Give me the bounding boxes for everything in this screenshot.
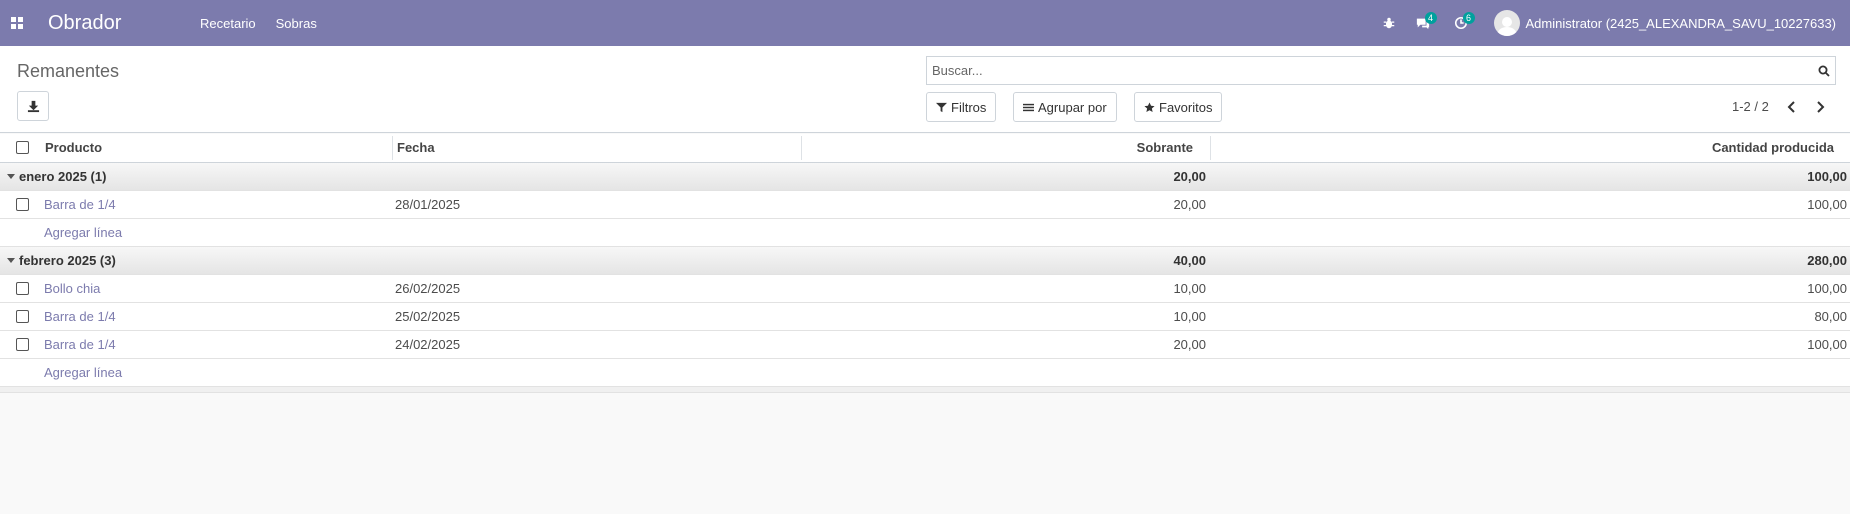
- row-date: 24/02/2025: [395, 337, 461, 352]
- filter-funnel-icon: [936, 102, 947, 112]
- row-remaining: 20,00: [1173, 197, 1206, 212]
- row-remaining: 20,00: [1173, 337, 1206, 352]
- group-row-january[interactable]: enero 2025 (1) 20,00 100,00: [0, 163, 1850, 191]
- select-all-checkbox[interactable]: [16, 141, 29, 154]
- caret-down-icon: [7, 258, 15, 263]
- row-produced: 80,00: [1814, 309, 1847, 324]
- pager-next-icon[interactable]: [1806, 92, 1834, 122]
- group-label: enero 2025 (1): [19, 169, 107, 184]
- group-by-label: Agrupar por: [1038, 99, 1107, 115]
- group-by-button[interactable]: Agrupar por: [1013, 92, 1117, 122]
- search-bar: [926, 56, 1836, 85]
- column-header-date[interactable]: Fecha: [397, 134, 435, 161]
- messages-count-badge: 4: [1424, 12, 1437, 24]
- group-row-february[interactable]: febrero 2025 (3) 40,00 280,00: [0, 247, 1850, 275]
- control-panel: Remanentes Filtros Agrupar por Favoritos…: [0, 46, 1850, 133]
- activities-count-badge: 6: [1462, 12, 1475, 24]
- filters-button[interactable]: Filtros: [926, 92, 997, 122]
- row-produced: 100,00: [1807, 337, 1847, 352]
- list-bars-icon: [1023, 103, 1034, 111]
- menu-item-sobras[interactable]: Sobras: [276, 16, 317, 31]
- add-line-row: Agregar línea: [0, 219, 1850, 247]
- search-input[interactable]: [927, 57, 1813, 84]
- user-name: Administrator (2425_ALEXANDRA_SAVU_10227…: [1525, 15, 1836, 31]
- messages-chat-icon[interactable]: 4: [1408, 0, 1438, 46]
- table-header: Producto Fecha Sobrante Cantidad produci…: [0, 134, 1850, 163]
- column-header-product[interactable]: Producto: [45, 134, 102, 161]
- column-header-remaining[interactable]: Sobrante: [1137, 134, 1193, 161]
- filters-label: Filtros: [951, 99, 987, 115]
- row-date: 26/02/2025: [395, 281, 461, 296]
- page-title: Remanentes: [17, 61, 120, 81]
- group-remaining-total: 20,00: [1173, 169, 1206, 184]
- add-line-row: Agregar línea: [0, 359, 1850, 387]
- search-icon[interactable]: [1813, 65, 1835, 77]
- row-checkbox[interactable]: [16, 310, 29, 323]
- row-product[interactable]: Barra de 1/4: [44, 303, 116, 330]
- menu-item-recetario[interactable]: Recetario: [200, 16, 256, 31]
- table-row[interactable]: Barra de 1/4 25/02/2025 10,00 80,00: [0, 303, 1850, 331]
- table-row[interactable]: Barra de 1/4 24/02/2025 20,00 100,00: [0, 331, 1850, 359]
- star-icon: [1144, 101, 1155, 112]
- row-checkbox[interactable]: [16, 198, 29, 211]
- list-view: Producto Fecha Sobrante Cantidad produci…: [0, 134, 1850, 393]
- debug-bug-icon[interactable]: [1374, 0, 1404, 46]
- activities-clock-icon[interactable]: 6: [1446, 0, 1476, 46]
- favorites-label: Favoritos: [1159, 99, 1213, 115]
- row-checkbox[interactable]: [16, 282, 29, 295]
- add-line-link[interactable]: Agregar línea: [44, 219, 122, 246]
- add-line-link[interactable]: Agregar línea: [44, 359, 122, 386]
- table-row[interactable]: Bollo chia 26/02/2025 10,00 100,00: [0, 275, 1850, 303]
- column-header-produced[interactable]: Cantidad producida: [1712, 134, 1834, 161]
- row-remaining: 10,00: [1173, 281, 1206, 296]
- group-label: febrero 2025 (3): [19, 253, 116, 268]
- row-produced: 100,00: [1807, 281, 1847, 296]
- top-navbar: Obrador Recetario Sobras 4 6 Administrat…: [0, 0, 1850, 46]
- favorites-button[interactable]: Favoritos: [1134, 92, 1223, 122]
- row-product[interactable]: Barra de 1/4: [44, 331, 116, 358]
- caret-down-icon: [7, 174, 15, 179]
- app-name[interactable]: Obrador: [48, 12, 168, 35]
- list-footer: [0, 387, 1850, 393]
- table-row[interactable]: Barra de 1/4 28/01/2025 20,00 100,00: [0, 191, 1850, 219]
- row-date: 25/02/2025: [395, 309, 461, 324]
- pager-previous-icon[interactable]: [1778, 92, 1806, 122]
- user-avatar: [1493, 10, 1520, 36]
- group-produced-total: 100,00: [1807, 169, 1847, 184]
- navbar-right: 4 6 Administrator (2425_ALEXANDRA_SAVU_1…: [1374, 0, 1850, 46]
- user-menu[interactable]: Administrator (2425_ALEXANDRA_SAVU_10227…: [1493, 10, 1836, 36]
- group-produced-total: 280,00: [1807, 253, 1847, 268]
- row-produced: 100,00: [1807, 197, 1847, 212]
- pager-value[interactable]: 1-2 / 2: [1732, 99, 1769, 114]
- row-product[interactable]: Bollo chia: [44, 275, 100, 302]
- row-remaining: 10,00: [1173, 309, 1206, 324]
- group-remaining-total: 40,00: [1173, 253, 1206, 268]
- row-product[interactable]: Barra de 1/4: [44, 191, 116, 218]
- row-checkbox[interactable]: [16, 338, 29, 351]
- apps-menu-icon[interactable]: [0, 0, 34, 46]
- row-date: 28/01/2025: [395, 197, 461, 212]
- export-download-button[interactable]: [17, 91, 49, 121]
